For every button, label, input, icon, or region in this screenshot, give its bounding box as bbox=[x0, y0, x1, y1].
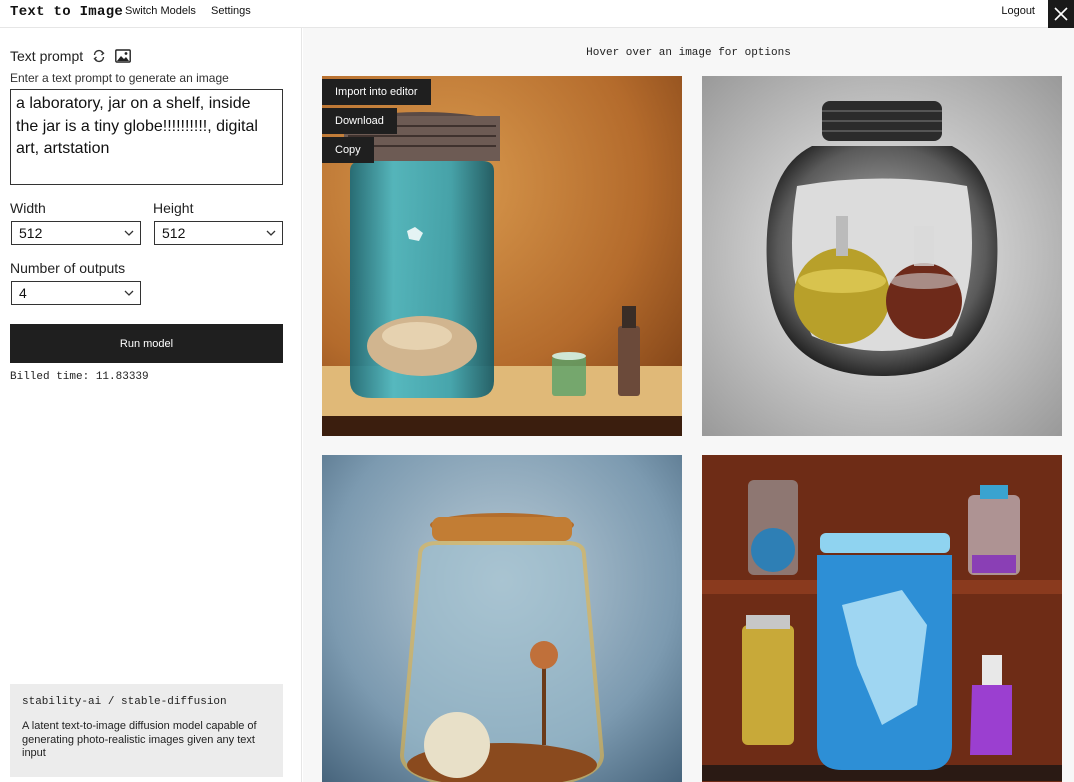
outputs-value: 4 bbox=[19, 285, 27, 301]
prompt-hint: Enter a text prompt to generate an image bbox=[10, 71, 229, 85]
image-icon[interactable] bbox=[115, 48, 132, 64]
model-description: A latent text-to-image diffusion model c… bbox=[22, 720, 257, 759]
close-icon bbox=[1054, 7, 1068, 21]
hover-hint: Hover over an image for options bbox=[586, 47, 791, 59]
result-image-4-art bbox=[702, 455, 1062, 782]
prompt-header: Text prompt bbox=[10, 48, 132, 64]
result-image-3[interactable] bbox=[322, 455, 682, 782]
top-bar: Text to Image Switch Models Settings Log… bbox=[0, 0, 1074, 28]
close-button[interactable] bbox=[1048, 0, 1074, 28]
outputs-label: Number of outputs bbox=[10, 260, 126, 276]
app-title: Text to Image bbox=[10, 4, 124, 20]
switch-models-link[interactable]: Switch Models bbox=[125, 5, 196, 17]
billed-time: Billed time: 11.83339 bbox=[10, 371, 149, 383]
refresh-icon[interactable] bbox=[91, 48, 107, 64]
settings-link[interactable]: Settings bbox=[211, 5, 251, 17]
width-value: 512 bbox=[19, 225, 43, 241]
outputs-select[interactable]: 4 bbox=[11, 281, 141, 305]
chevron-down-icon bbox=[124, 290, 134, 296]
chevron-down-icon bbox=[124, 230, 134, 236]
prompt-label: Text prompt bbox=[10, 48, 84, 64]
run-model-button[interactable]: Run model bbox=[10, 324, 283, 363]
prompt-input[interactable]: a laboratory, jar on a shelf, inside the… bbox=[10, 89, 283, 185]
result-image-4[interactable] bbox=[702, 455, 1062, 782]
model-info-card: stability-ai / stable-diffusion A latent… bbox=[10, 684, 283, 777]
import-into-editor-button[interactable]: Import into editor bbox=[322, 79, 431, 105]
height-value: 512 bbox=[162, 225, 186, 241]
input-panel: Text prompt Enter a text prompt to gener… bbox=[0, 28, 302, 782]
model-name: stability-ai / stable-diffusion bbox=[22, 696, 227, 708]
result-image-3-art bbox=[322, 455, 682, 782]
width-label: Width bbox=[10, 200, 46, 216]
height-label: Height bbox=[153, 200, 194, 216]
chevron-down-icon bbox=[266, 230, 276, 236]
copy-button[interactable]: Copy bbox=[322, 137, 374, 163]
result-image-2-art bbox=[702, 76, 1062, 436]
result-image-2[interactable] bbox=[702, 76, 1062, 436]
height-select[interactable]: 512 bbox=[154, 221, 283, 245]
download-button[interactable]: Download bbox=[322, 108, 397, 134]
width-select[interactable]: 512 bbox=[11, 221, 141, 245]
result-image-1[interactable]: Import into editor Download Copy bbox=[322, 76, 682, 436]
results-area: Hover over an image for options Import i… bbox=[303, 28, 1074, 782]
logout-link[interactable]: Logout bbox=[1001, 5, 1035, 17]
